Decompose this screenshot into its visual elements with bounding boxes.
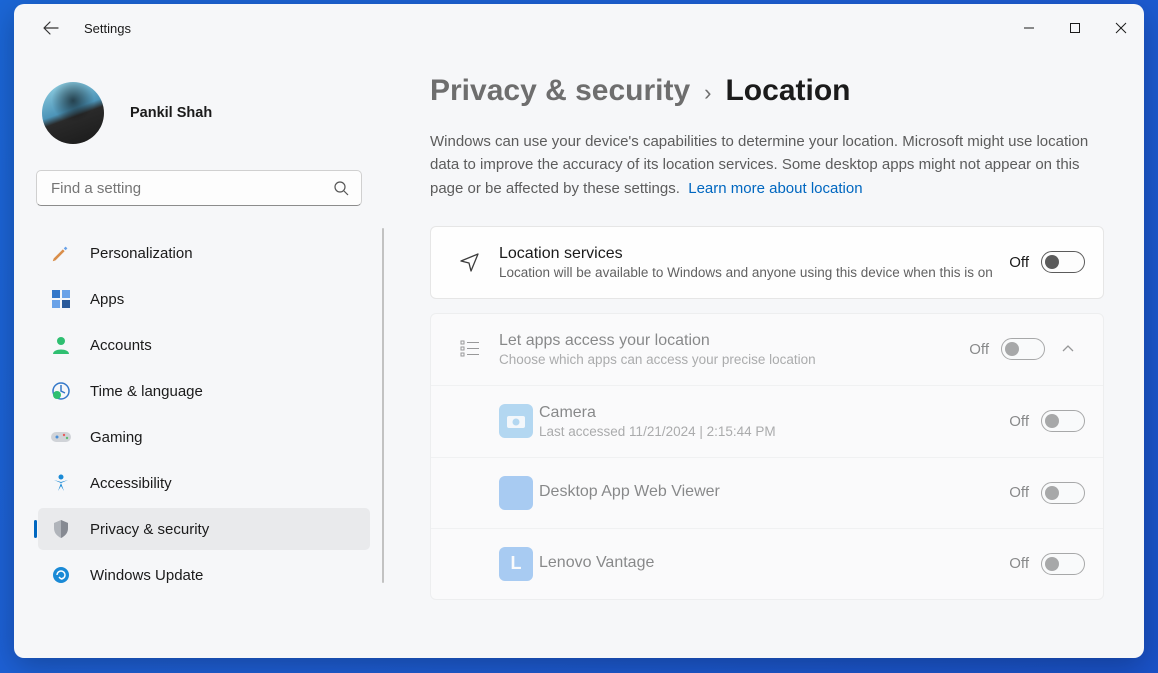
accessibility-icon	[50, 472, 72, 494]
camera-app-icon	[499, 404, 533, 438]
nav-label: Gaming	[90, 429, 143, 446]
app-desktop-web-viewer-row[interactable]: Desktop App Web Viewer Off	[431, 458, 1103, 529]
search-input[interactable]	[49, 179, 333, 198]
app-desktop-web-viewer-state: Off	[1009, 484, 1029, 501]
app-camera-name: Camera	[539, 404, 993, 422]
app-camera-toggle[interactable]	[1041, 410, 1085, 432]
nav-label: Accounts	[90, 337, 152, 354]
app-camera-state: Off	[1009, 413, 1029, 430]
app-camera-row[interactable]: Camera Last accessed 11/21/2024 | 2:15:4…	[431, 386, 1103, 458]
nav-privacy-security[interactable]: Privacy & security	[38, 508, 370, 550]
sidebar: Pankil Shah Personalization Apps	[14, 52, 384, 658]
avatar	[42, 82, 104, 144]
location-services-title: Location services	[499, 245, 993, 263]
time-language-icon	[50, 380, 72, 402]
location-services-state: Off	[1009, 254, 1029, 271]
app-desktop-web-viewer-name: Desktop App Web Viewer	[539, 483, 993, 501]
nav-apps[interactable]: Apps	[38, 278, 370, 320]
nav-personalization[interactable]: Personalization	[38, 232, 370, 274]
app-lenovo-vantage-state: Off	[1009, 555, 1029, 572]
profile[interactable]: Pankil Shah	[14, 72, 384, 170]
search-box[interactable]	[36, 170, 362, 206]
breadcrumb-current: Location	[725, 74, 850, 108]
learn-more-link[interactable]: Learn more about location	[688, 180, 862, 197]
nav-accessibility[interactable]: Accessibility	[38, 462, 370, 504]
nav-label: Accessibility	[90, 475, 172, 492]
app-access-title: Let apps access your location	[499, 332, 953, 350]
app-camera-sub: Last accessed 11/21/2024 | 2:15:44 PM	[539, 424, 993, 439]
desktop-viewer-app-icon	[499, 476, 533, 510]
minimize-button[interactable]	[1006, 12, 1052, 44]
lenovo-app-icon: L	[499, 547, 533, 581]
list-icon	[441, 338, 499, 360]
app-access-toggle[interactable]	[1001, 338, 1045, 360]
app-lenovo-vantage-toggle[interactable]	[1041, 553, 1085, 575]
nav-label: Windows Update	[90, 567, 203, 584]
maximize-button[interactable]	[1052, 12, 1098, 44]
profile-name: Pankil Shah	[130, 105, 212, 121]
breadcrumb: Privacy & security › Location	[430, 74, 1104, 108]
search-icon	[333, 180, 349, 196]
back-arrow-icon	[43, 20, 59, 36]
nav-label: Personalization	[90, 245, 193, 262]
nav-accounts[interactable]: Accounts	[38, 324, 370, 366]
personalization-icon	[50, 242, 72, 264]
app-desktop-web-viewer-toggle[interactable]	[1041, 482, 1085, 504]
close-button[interactable]	[1098, 12, 1144, 44]
chevron-up-icon	[1061, 342, 1075, 356]
location-services-card: Location services Location will be avail…	[430, 226, 1104, 299]
main-content: Privacy & security › Location Windows ca…	[384, 52, 1144, 658]
nav-time-language[interactable]: Time & language	[38, 370, 370, 412]
nav-windows-update[interactable]: Windows Update	[38, 554, 370, 596]
location-services-toggle[interactable]	[1041, 251, 1085, 273]
gaming-icon	[50, 426, 72, 448]
app-lenovo-vantage-name: Lenovo Vantage	[539, 554, 993, 572]
page-description: Windows can use your device's capabiliti…	[430, 130, 1104, 200]
accounts-icon	[50, 334, 72, 356]
nav-label: Apps	[90, 291, 124, 308]
back-button[interactable]	[32, 9, 70, 47]
apps-icon	[50, 288, 72, 310]
caption-buttons	[1006, 12, 1144, 44]
windows-update-icon	[50, 564, 72, 586]
nav-gaming[interactable]: Gaming	[38, 416, 370, 458]
nav-label: Privacy & security	[90, 521, 209, 538]
location-services-row[interactable]: Location services Location will be avail…	[431, 227, 1103, 298]
maximize-icon	[1069, 22, 1081, 34]
settings-window: Settings Pankil Shah Personaliza	[14, 4, 1144, 658]
privacy-security-icon	[50, 518, 72, 540]
breadcrumb-separator: ›	[704, 80, 711, 106]
nav-label: Time & language	[90, 383, 203, 400]
app-access-row[interactable]: Let apps access your location Choose whi…	[431, 314, 1103, 386]
app-access-group: Let apps access your location Choose whi…	[430, 313, 1104, 600]
window-title: Settings	[84, 21, 131, 36]
app-lenovo-vantage-row[interactable]: L Lenovo Vantage Off	[431, 529, 1103, 599]
app-access-subtitle: Choose which apps can access your precis…	[499, 352, 953, 367]
app-access-expand[interactable]	[1051, 342, 1085, 356]
minimize-icon	[1023, 22, 1035, 34]
nav-list: Personalization Apps Accounts Time & lan…	[14, 228, 384, 658]
titlebar: Settings	[14, 4, 1144, 52]
location-services-subtitle: Location will be available to Windows an…	[499, 265, 993, 280]
breadcrumb-parent[interactable]: Privacy & security	[430, 74, 690, 108]
location-arrow-icon	[441, 250, 499, 274]
app-access-state: Off	[969, 341, 989, 358]
close-icon	[1115, 22, 1127, 34]
